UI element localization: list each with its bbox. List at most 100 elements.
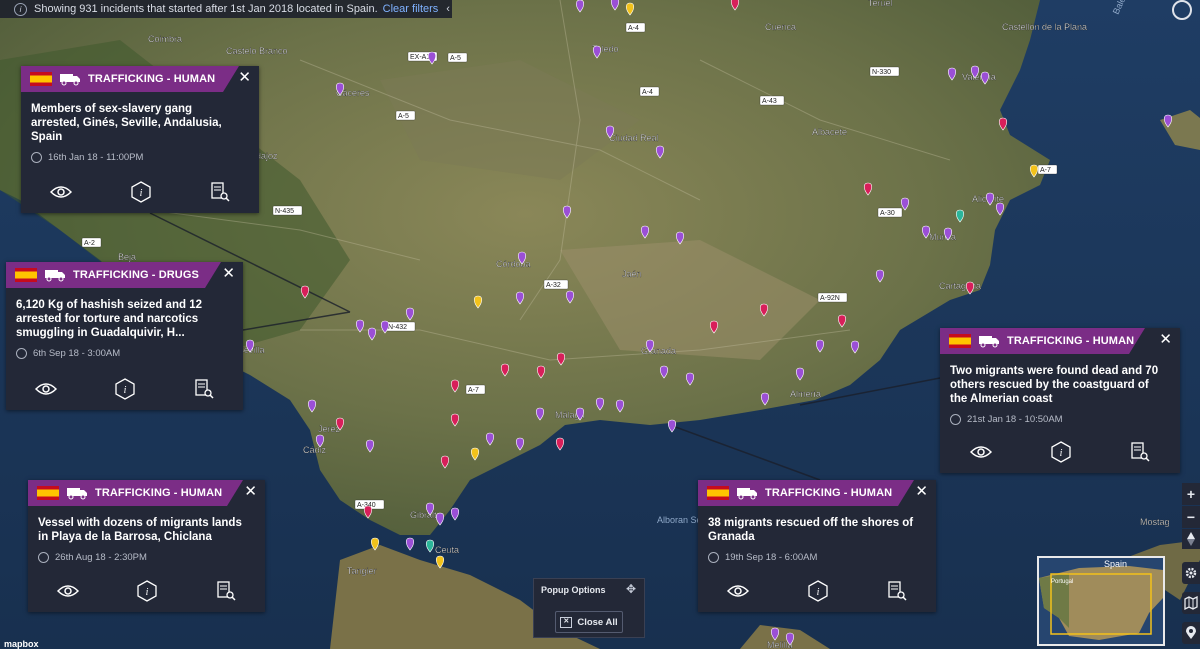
eye-icon[interactable] (35, 382, 58, 396)
clock-icon (708, 552, 719, 563)
road-label: EX-A1 (410, 54, 430, 61)
report-search-icon[interactable] (1130, 441, 1150, 463)
report-search-icon[interactable] (216, 580, 236, 602)
road-label: N-435 (275, 208, 294, 215)
incident-time: 21st Jan 18 - 10:50AM (967, 414, 1063, 425)
road-label: A-5 (450, 55, 461, 62)
compass-button[interactable] (1182, 529, 1200, 549)
map-place-label: Cuenca (765, 22, 796, 32)
menu-circle-button[interactable] (1172, 0, 1192, 20)
svg-text:i: i (146, 587, 149, 598)
info-hexagon-icon[interactable]: i (115, 378, 136, 400)
road-label: A-7 (1040, 167, 1051, 174)
spain-flag-icon (37, 486, 59, 500)
incident-popup: TRAFFICKING - HUMAN ✕ Two migrants were … (940, 328, 1180, 473)
van-icon (45, 270, 65, 282)
info-icon: i (14, 2, 27, 16)
map-place-label: Almería (790, 389, 821, 399)
incident-time: 16th Jan 18 - 11:00PM (48, 152, 144, 163)
svg-text:i: i (1060, 448, 1063, 459)
report-search-icon[interactable] (210, 181, 230, 203)
info-hexagon-icon[interactable]: i (131, 181, 151, 203)
eye-icon[interactable] (969, 445, 992, 459)
road-label: N-432 (388, 324, 407, 331)
map-layers-button[interactable] (1182, 592, 1200, 614)
road-label: A-30 (880, 210, 895, 217)
van-icon (979, 336, 999, 348)
report-search-icon[interactable] (887, 580, 907, 602)
spain-flag-icon (30, 72, 52, 86)
road-label: A-4 (642, 89, 653, 96)
eye-icon[interactable] (57, 584, 80, 598)
map-place-label: Córdoba (496, 259, 531, 269)
report-search-icon[interactable] (194, 378, 214, 400)
incident-title: Members of sex-slavery gang arrested, Gi… (31, 103, 222, 143)
location-button[interactable] (1182, 622, 1200, 644)
svg-text:i: i (140, 188, 143, 199)
category-label: TRAFFICKING - HUMAN (88, 73, 216, 85)
incident-popup: TRAFFICKING - HUMAN ✕ Vessel with dozens… (28, 480, 265, 612)
clear-filters-link[interactable]: Clear filters (383, 3, 439, 15)
map-place-label: Granada (641, 346, 676, 356)
close-icon[interactable]: ✕ (1159, 332, 1172, 348)
close-icon[interactable]: ✕ (222, 266, 235, 282)
popup-options-label: Popup Options (541, 585, 606, 595)
incident-popup: TRAFFICKING - DRUGS ✕ 6,120 Kg of hashis… (6, 262, 243, 410)
category-label: TRAFFICKING - DRUGS (73, 269, 199, 281)
minimap-label-spain: Spain (1104, 559, 1127, 569)
map-place-label: Beja (118, 252, 136, 262)
road-label: A-5 (398, 113, 409, 120)
svg-text:i: i (817, 587, 820, 598)
map-place-label: Albacete (812, 127, 847, 137)
map-place-label: Murcia (929, 232, 956, 242)
map-place-label: Ciudad Real (609, 133, 659, 143)
map-icon (1184, 596, 1198, 610)
road-label: A-4 (628, 25, 639, 32)
info-hexagon-icon[interactable]: i (808, 580, 828, 602)
minimap-label-portugal: Portugal (1051, 579, 1073, 585)
incident-time: 19th Sep 18 - 6:00AM (725, 552, 818, 563)
road-label: A-32 (546, 282, 561, 289)
svg-text:i: i (124, 385, 127, 396)
map-place-label: Jaén (622, 269, 642, 279)
location-pin-icon (1186, 626, 1196, 639)
incident-time: 26th Aug 18 - 2:30PM (55, 552, 147, 563)
overview-minimap[interactable]: Spain Portugal (1037, 556, 1165, 646)
zoom-out-button[interactable]: − (1182, 506, 1200, 528)
eye-icon[interactable] (50, 185, 73, 199)
incident-title: 38 migrants rescued off the shores of Gr… (708, 517, 914, 543)
chevron-left-icon[interactable]: ‹ (446, 3, 450, 15)
van-icon (60, 74, 80, 86)
road-label: A-92N (820, 295, 840, 302)
incident-title: Two migrants were found dead and 70 othe… (950, 365, 1159, 405)
filter-bar: i Showing 931 incidents that started aft… (0, 0, 452, 18)
road-label: A-2 (84, 240, 95, 247)
close-icon[interactable]: ✕ (238, 70, 251, 86)
popup-options-panel: Popup Options ✥ ✕ Close All (533, 578, 645, 638)
move-icon[interactable]: ✥ (626, 582, 636, 596)
clock-icon (38, 552, 49, 563)
map-place-label: Coimbra (148, 34, 182, 44)
close-all-icon: ✕ (560, 616, 573, 628)
info-hexagon-icon[interactable]: i (137, 580, 158, 602)
map-place-label: Cartagena (939, 281, 981, 291)
close-all-button[interactable]: ✕ Close All (555, 611, 623, 633)
road-label: A-7 (468, 387, 479, 394)
map-place-label: Teruel (868, 0, 893, 8)
van-icon (737, 488, 757, 500)
incident-title: Vessel with dozens of migrants lands in … (38, 517, 242, 543)
road-label: A-43 (762, 98, 777, 105)
category-label: TRAFFICKING - HUMAN (765, 487, 893, 499)
settings-button[interactable] (1182, 562, 1200, 584)
clock-icon (16, 348, 27, 359)
category-label: TRAFFICKING - HUMAN (95, 487, 223, 499)
eye-icon[interactable] (727, 584, 750, 598)
info-hexagon-icon[interactable]: i (1051, 441, 1071, 463)
close-icon[interactable]: ✕ (915, 484, 928, 500)
incident-popup: TRAFFICKING - HUMAN ✕ 38 migrants rescue… (698, 480, 936, 612)
close-all-label: Close All (577, 616, 618, 628)
clock-icon (950, 414, 961, 425)
close-icon[interactable]: ✕ (244, 484, 257, 500)
zoom-in-button[interactable]: + (1182, 483, 1200, 505)
category-label: TRAFFICKING - HUMAN (1007, 335, 1135, 347)
